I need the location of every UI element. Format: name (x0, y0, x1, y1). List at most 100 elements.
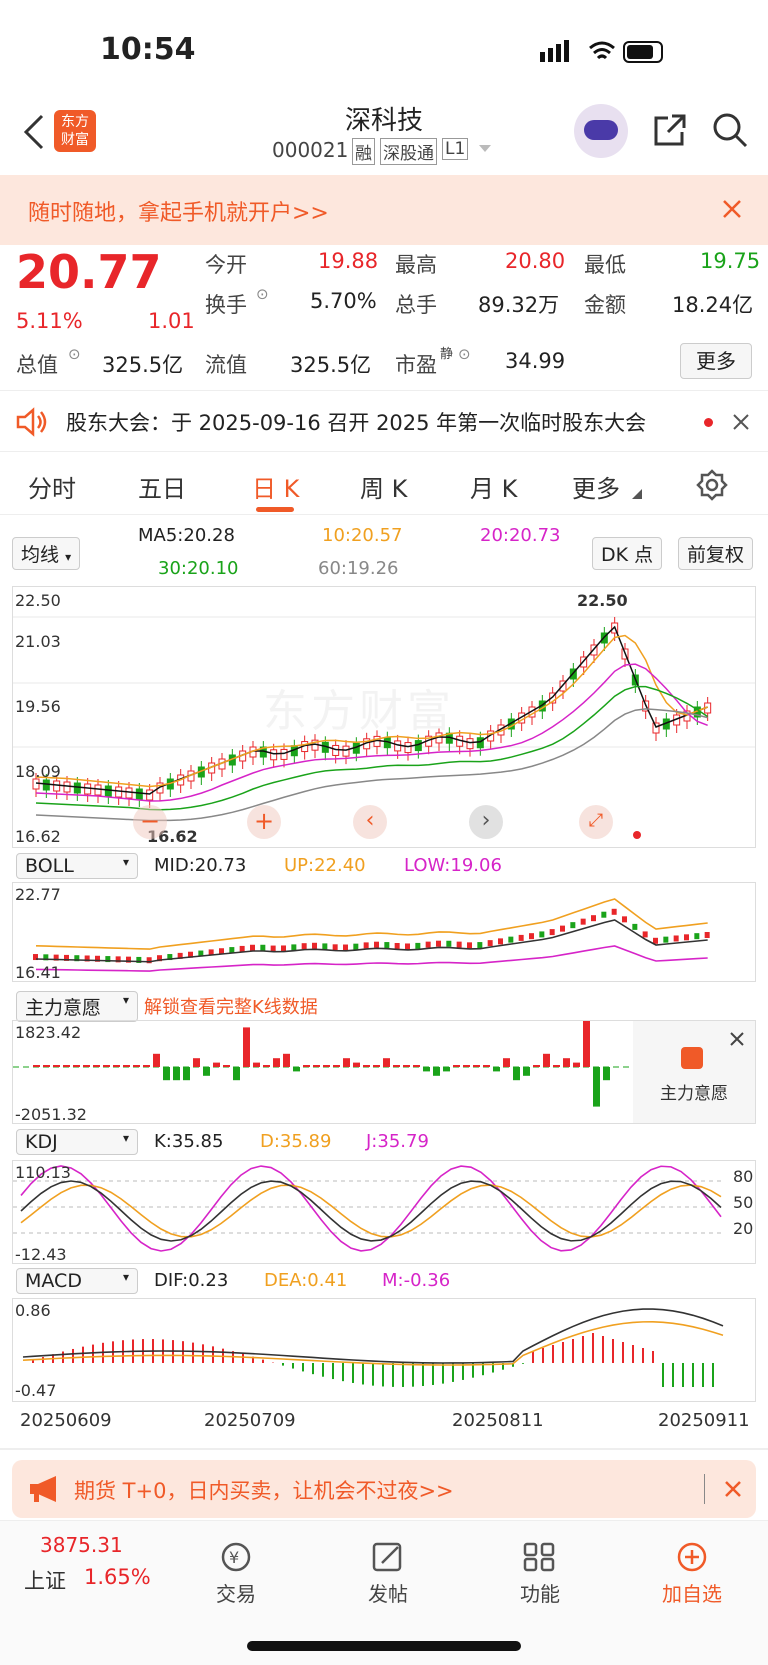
boll-candle (560, 925, 565, 932)
separator (704, 1474, 705, 1504)
low-label: 最低 (584, 253, 626, 277)
tab-monthly-k[interactable]: 月 K (470, 469, 517, 504)
next-button[interactable]: › (469, 805, 503, 839)
ma10-value: 10:20.57 (322, 525, 403, 546)
adjust-button[interactable]: 前复权 (678, 537, 754, 570)
boll-candle (622, 916, 627, 923)
nav-functions[interactable]: 功能 (480, 1541, 600, 1607)
share-icon[interactable] (652, 112, 688, 148)
info-icon[interactable]: ⊙ (458, 345, 471, 363)
tab-daily-k[interactable]: 日 K (252, 469, 299, 504)
force-bar (243, 1027, 250, 1067)
force-bar (563, 1058, 570, 1067)
zoom-in-button[interactable]: + (247, 805, 281, 839)
chevron-down-icon (632, 489, 642, 499)
svg-text:¥: ¥ (229, 1548, 239, 1567)
close-icon[interactable] (724, 1480, 742, 1498)
force-bar (493, 1067, 500, 1072)
volume-value: 89.32万 (478, 293, 560, 317)
candle-body (342, 745, 350, 757)
nav-add-watchlist[interactable]: 加自选 (632, 1541, 752, 1607)
candle-body (42, 779, 50, 791)
force-bar (443, 1067, 450, 1072)
open-account-banner[interactable]: 随时随地，拿起手机就开户>> (0, 175, 768, 245)
info-icon[interactable]: ⊙ (68, 345, 81, 363)
high-label: 最高 (395, 253, 437, 277)
prev-button[interactable]: ‹ (353, 805, 387, 839)
zlyy-selector[interactable]: 主力意愿 ▾ (16, 991, 138, 1022)
ma5-value: MA5:20.28 (138, 525, 235, 546)
force-bar (373, 1065, 380, 1067)
boll-candle (415, 942, 421, 949)
boll-candle (374, 941, 379, 948)
boll-chart[interactable]: 22.77 16.41 (12, 882, 756, 982)
force-bar (503, 1058, 510, 1067)
kdj-chart[interactable]: 110.13 -12.43 80 50 20 (12, 1160, 756, 1264)
boll-candle (539, 931, 545, 938)
candle-body (53, 780, 61, 792)
ma60-value: 60:19.26 (318, 558, 399, 579)
index-name[interactable]: 上证 (24, 1565, 66, 1595)
tab-weekly-k[interactable]: 周 K (360, 469, 407, 504)
gear-icon[interactable] (696, 469, 728, 501)
zlyy-chart[interactable]: 1823.42 -2051.32 主力意愿 (12, 1020, 756, 1124)
close-icon[interactable] (722, 199, 742, 219)
boll-candle (611, 908, 617, 915)
kline-chart[interactable]: 东方财富 22.50 21.03 19.56 18.09 16.62 22.50… (12, 586, 756, 848)
force-bar (523, 1067, 530, 1076)
candle-body (104, 785, 112, 797)
zlyy-selector-label: 主力意愿 (25, 997, 102, 1019)
force-bar (263, 1065, 270, 1067)
boll-candle (363, 942, 369, 949)
close-icon[interactable] (732, 413, 750, 431)
boll-candle (322, 943, 328, 950)
force-bar (73, 1065, 80, 1067)
candle-body (332, 744, 340, 756)
boll-mid: MID:20.73 (154, 855, 247, 876)
force-bar (153, 1053, 160, 1067)
boll-selector[interactable]: BOLL ▾ (16, 853, 138, 879)
nav-post[interactable]: 发帖 (328, 1541, 448, 1607)
macd-selector[interactable]: MACD ▾ (16, 1268, 138, 1294)
search-icon[interactable] (712, 112, 748, 148)
boll-candle (270, 945, 276, 952)
kdj-selector[interactable]: KDJ ▾ (16, 1129, 138, 1155)
zoom-out-button[interactable]: − (133, 805, 167, 839)
force-bar (313, 1065, 320, 1067)
futures-ad[interactable]: 期货 T+0，日内买卖，让机会不过夜>> (12, 1460, 756, 1518)
boll-candle (570, 922, 576, 929)
index-value[interactable]: 3875.31 (40, 1533, 123, 1557)
unlock-link[interactable]: 解锁查看完整K线数据 (144, 993, 318, 1019)
macd-chart[interactable]: 0.86 -0.47 (12, 1298, 756, 1402)
tab-more[interactable]: 更多 (572, 469, 620, 504)
kdj-d: D:35.89 (260, 1131, 332, 1152)
more-button[interactable]: 更多 (680, 343, 752, 379)
nav-trade[interactable]: ¥ 交易 (176, 1541, 296, 1607)
notice-bar[interactable]: 股东大会：于 2025-09-16 召开 2025 年第一次临时股东大会 (0, 390, 768, 452)
date-tick: 20250709 (204, 1410, 296, 1431)
force-bar (33, 1065, 40, 1067)
close-icon[interactable] (729, 1031, 745, 1047)
force-bar (233, 1067, 240, 1081)
index-change[interactable]: 1.65% (84, 1565, 151, 1589)
fullscreen-icon[interactable]: ⤢ (579, 805, 613, 839)
tab-intraday[interactable]: 分时 (28, 469, 76, 504)
date-tick: 20250609 (20, 1410, 112, 1431)
force-bar (173, 1067, 180, 1081)
force-bar (363, 1065, 370, 1067)
y-tick: -2051.32 (15, 1105, 87, 1124)
force-bar (333, 1065, 340, 1067)
force-bar (413, 1065, 420, 1067)
zlyy-promo[interactable]: 主力意愿 (633, 1021, 755, 1123)
chevron-down-icon[interactable] (478, 144, 492, 154)
tab-five-day[interactable]: 五日 (138, 469, 186, 504)
robot-avatar[interactable] (574, 104, 628, 158)
amount-label: 金额 (584, 293, 626, 317)
date-tick: 20250911 (658, 1410, 750, 1431)
chart-icon (681, 1047, 703, 1069)
info-icon[interactable]: ⊙ (256, 285, 269, 303)
ma-selector[interactable]: 均线 ▾ (12, 537, 81, 570)
kdj-j: J:35.79 (366, 1131, 429, 1152)
dk-point-button[interactable]: DK 点 (592, 537, 663, 570)
y-tick-right: 80 (733, 1167, 754, 1186)
